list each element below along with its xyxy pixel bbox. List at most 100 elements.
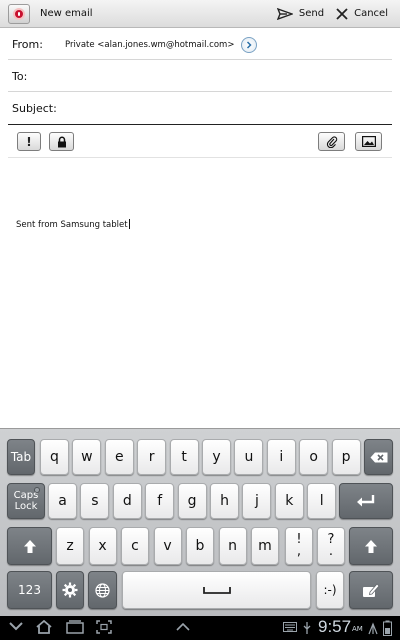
key-l[interactable]: l <box>307 483 337 519</box>
battery-icon <box>383 620 392 636</box>
shift-arrow-icon <box>365 539 377 553</box>
key-label: n <box>228 538 237 554</box>
subject-field[interactable]: Subject: <box>8 93 392 125</box>
screenshot-icon[interactable] <box>96 620 112 634</box>
shift-arrow-icon <box>23 539 36 553</box>
space-bar[interactable] <box>122 571 311 609</box>
to-field[interactable]: To: <box>8 61 392 92</box>
key-u[interactable]: u <box>234 439 264 475</box>
key-t[interactable]: t <box>169 439 199 475</box>
tab-key-label: Tab <box>10 450 32 464</box>
key-s[interactable]: s <box>80 483 110 519</box>
key-label: a <box>58 493 67 509</box>
backspace-icon <box>370 452 387 462</box>
key-label: p <box>341 449 351 465</box>
hide-keyboard-icon[interactable] <box>176 623 190 631</box>
enter-icon <box>357 495 375 507</box>
chevron-right-icon <box>247 40 253 49</box>
to-input[interactable] <box>27 61 392 91</box>
shift-key-left[interactable] <box>7 527 52 565</box>
exclamation-comma-key[interactable]: !, <box>285 527 313 565</box>
status-ampm: AM <box>352 625 363 633</box>
caps-label-bottom: Lock <box>14 501 38 512</box>
priority-icon: ! <box>26 134 32 149</box>
image-icon <box>361 136 376 147</box>
backspace-key[interactable] <box>364 439 393 475</box>
key-w[interactable]: w <box>72 439 102 475</box>
key-label: f <box>157 493 163 509</box>
send-label: Send <box>298 8 325 19</box>
key-j[interactable]: j <box>242 483 272 519</box>
key-p[interactable]: p <box>331 439 361 475</box>
compose-toolbar: ! <box>8 126 392 158</box>
lock-icon <box>57 136 66 147</box>
caps-lock-key[interactable]: Caps Lock <box>7 483 45 519</box>
key-q[interactable]: q <box>40 439 69 475</box>
key-h[interactable]: h <box>210 483 239 519</box>
from-field[interactable]: From: Private <alan.jones.wm@hotmail.com… <box>8 30 392 60</box>
key-g[interactable]: g <box>177 483 207 519</box>
from-label: From: <box>12 38 43 51</box>
enter-key[interactable] <box>339 483 393 519</box>
key-label: b <box>195 538 205 554</box>
back-icon[interactable] <box>8 620 24 632</box>
status-clock: 9:57 <box>318 617 352 636</box>
key-label: r <box>148 449 155 465</box>
key-k[interactable]: k <box>274 483 304 519</box>
home-icon[interactable] <box>35 620 53 634</box>
subject-input[interactable] <box>57 93 392 124</box>
numbers-key-label: 123 <box>18 583 41 597</box>
key-r[interactable]: r <box>137 439 167 475</box>
key-z[interactable]: z <box>56 527 84 565</box>
key-n[interactable]: n <box>218 527 247 565</box>
from-account-value: Private <alan.jones.wm@hotmail.com> <box>64 39 235 50</box>
key-v[interactable]: v <box>153 527 182 565</box>
settings-key[interactable] <box>56 571 84 609</box>
key-label: s <box>91 493 99 509</box>
key-m[interactable]: m <box>251 527 279 565</box>
soft-keyboard: Tab q w e r t y u i o p Caps Lock a s d f g h j k l z x c v b n… <box>0 428 400 616</box>
key-label: y <box>212 449 221 465</box>
key-label: o <box>309 449 318 465</box>
key-c[interactable]: c <box>121 527 149 565</box>
recent-apps-icon[interactable] <box>66 620 84 634</box>
priority-button[interactable]: ! <box>17 132 41 151</box>
emoticon-key[interactable]: :-) <box>316 571 344 609</box>
key-e[interactable]: e <box>104 439 134 475</box>
email-app-icon[interactable] <box>8 3 30 24</box>
key-label: j <box>254 493 259 509</box>
cancel-button[interactable]: Cancel <box>336 7 388 20</box>
keyboard-indicator-icon <box>283 622 297 632</box>
shift-key-right[interactable] <box>349 527 393 565</box>
email-body[interactable]: Sent from Samsung tablet <box>16 219 130 230</box>
key-a[interactable]: a <box>48 483 77 519</box>
key-y[interactable]: y <box>202 439 231 475</box>
key-d[interactable]: d <box>112 483 142 519</box>
key-label: g <box>187 493 197 509</box>
key-label: q <box>50 449 59 465</box>
key-i[interactable]: i <box>266 439 296 475</box>
numbers-key[interactable]: 123 <box>7 571 52 609</box>
key-o[interactable]: o <box>299 439 329 475</box>
space-icon <box>202 587 231 594</box>
security-button[interactable] <box>49 132 74 151</box>
key-b[interactable]: b <box>186 527 214 565</box>
close-icon <box>336 7 348 20</box>
send-button[interactable]: Send <box>276 7 325 20</box>
tab-key[interactable]: Tab <box>7 439 35 475</box>
key-label: c <box>131 538 139 554</box>
key-label: u <box>244 449 254 465</box>
paperclip-icon <box>326 135 337 148</box>
key-f[interactable]: f <box>145 483 175 519</box>
emoticon-key-label: :-) <box>323 583 337 597</box>
key-x[interactable]: x <box>88 527 117 565</box>
system-bar: 9:57 AM <box>0 616 400 640</box>
language-key[interactable] <box>88 571 117 609</box>
signal-icon <box>368 622 378 635</box>
attach-button[interactable] <box>318 132 345 151</box>
insert-image-button[interactable] <box>355 132 382 151</box>
account-selector-button[interactable] <box>241 36 258 53</box>
question-period-key[interactable]: ?. <box>317 527 345 565</box>
key-label: v <box>163 538 172 554</box>
handwriting-key[interactable] <box>349 571 393 609</box>
